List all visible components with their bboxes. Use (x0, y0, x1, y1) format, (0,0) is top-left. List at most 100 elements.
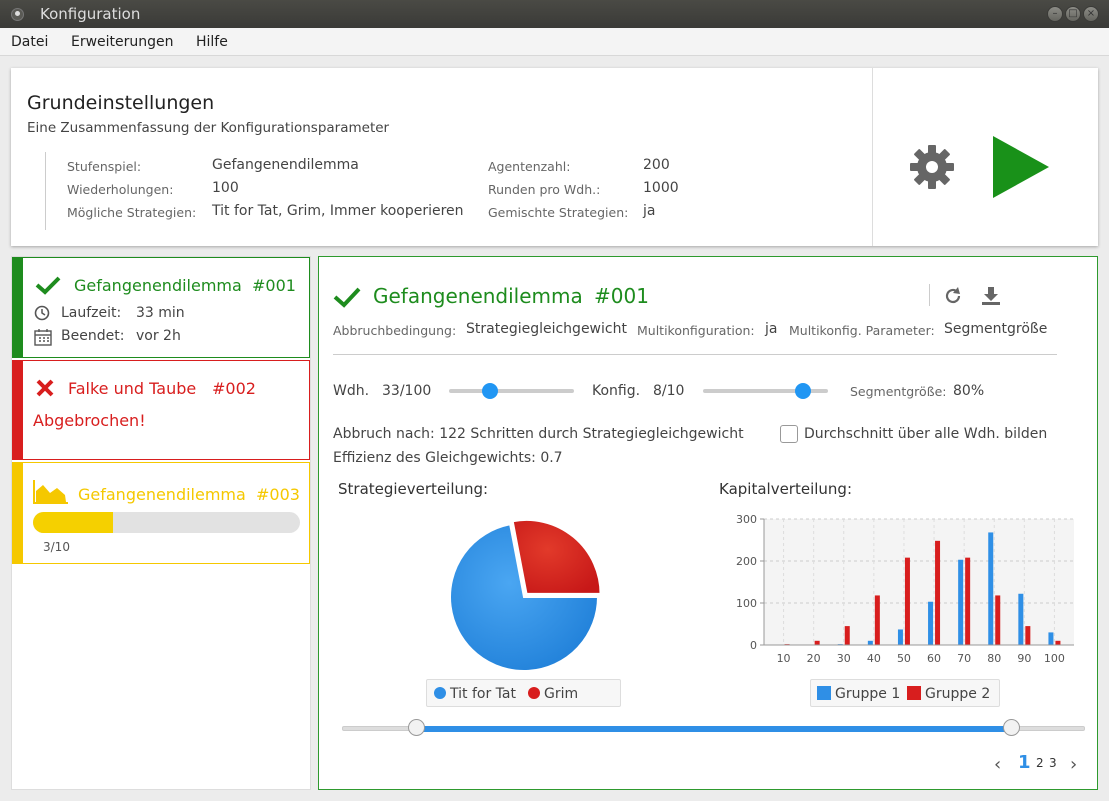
y-tick-label: 300 (736, 513, 757, 526)
summary-title: Grundeinstellungen (27, 92, 215, 114)
page-3[interactable]: 3 (1049, 756, 1057, 770)
bar-gruppe-1-100 (1048, 632, 1054, 645)
abbruch-label: Abbruchbedingung: (333, 323, 457, 338)
legend-label: Grim (544, 686, 579, 702)
legend-label: Gruppe 1 (835, 686, 901, 702)
konfig-slider-thumb[interactable] (795, 383, 811, 399)
legend-marker (528, 687, 540, 699)
param-label: Wiederholungen: (67, 182, 174, 197)
detail-divider (333, 354, 1057, 355)
status-bar (13, 258, 23, 357)
wdh-label: Wdh. (333, 383, 370, 399)
run-card-001[interactable]: Gefangenendilemma #001 Laufzeit: 33 min … (12, 257, 310, 358)
calendar-icon (34, 329, 52, 346)
multi-label: Multikonfiguration: (637, 323, 755, 338)
runtime-label: Laufzeit: (61, 305, 122, 321)
param-value: 200 (643, 157, 670, 173)
params-block: Stufenspiel: Gefangenendilemma Wiederhol… (45, 152, 679, 230)
close-button[interactable]: × (1083, 6, 1099, 22)
run-name: Falke und Taube (68, 379, 197, 398)
multi-value: ja (765, 321, 778, 337)
bar-gruppe-2-30 (844, 626, 850, 645)
run-card-003[interactable]: Gefangenendilemma #003 3/10 (12, 462, 310, 564)
param-value: Tit for Tat, Grim, Immer kooperieren (212, 203, 464, 219)
summary-subtitle: Eine Zusammenfassung der Konfigurationsp… (27, 120, 390, 136)
bar-chart: 0 100 200 300 10 20 30 40 50 60 70 80 90 100 (736, 513, 1074, 665)
x-tick-label: 20 (807, 652, 821, 665)
run-message: Abgebrochen! (33, 411, 146, 430)
title-bar: Konfiguration – □ × (0, 0, 1109, 28)
bar-gruppe-1-90 (1018, 593, 1024, 645)
segment-label: Segmentgröße: (850, 384, 947, 399)
next-page-icon[interactable]: › (1070, 754, 1077, 775)
pie-chart (449, 518, 602, 672)
avg-checkbox[interactable] (780, 425, 798, 443)
segment-value: 80% (953, 383, 985, 399)
multi-param-label: Multikonfig. Parameter: (789, 323, 935, 338)
legend-item-grim: Grim (528, 686, 578, 702)
x-tick-label: 60 (927, 652, 941, 665)
y-tick-label: 100 (736, 597, 757, 610)
maximize-button[interactable]: □ (1065, 6, 1081, 22)
progress-fill (33, 512, 114, 533)
app-icon (11, 8, 24, 21)
y-tick-label: 200 (736, 555, 757, 568)
konfig-value: 8/10 (653, 383, 685, 399)
legend-label: Gruppe 2 (925, 686, 991, 702)
refresh-icon[interactable] (943, 286, 963, 306)
legend-marker (817, 686, 831, 700)
run-id: #002 (212, 379, 256, 398)
multi-param-value: Segmentgröße (944, 321, 1048, 337)
param-value: 1000 (643, 180, 679, 196)
menu-bar: Datei Erweiterungen Hilfe (0, 28, 1109, 56)
page-2[interactable]: 2 (1036, 756, 1044, 770)
run-card-002[interactable]: Falke und Taube #002 Abgebrochen! (12, 360, 310, 460)
bar-gruppe-1-70 (958, 559, 964, 645)
page-1[interactable]: 1 (1018, 752, 1031, 773)
range-slider-fill (416, 726, 1011, 732)
minimize-button[interactable]: – (1047, 6, 1063, 22)
range-slider-low-thumb[interactable] (408, 719, 426, 736)
x-tick-label: 80 (987, 652, 1001, 665)
x-tick-label: 50 (897, 652, 911, 665)
summary-card: Grundeinstellungen Eine Zusammenfassung … (11, 68, 1098, 246)
clock-icon (34, 305, 50, 321)
status-bar (13, 463, 23, 563)
x-tick-label: 30 (837, 652, 851, 665)
avg-checkbox-label[interactable]: Durchschnitt über alle Wdh. bilden (804, 426, 1047, 442)
param-value: 100 (212, 180, 239, 196)
prev-page-icon[interactable]: ‹ (994, 754, 1001, 775)
abbruch-value: Strategiegleichgewicht (466, 321, 627, 337)
progress-text: 3/10 (43, 540, 70, 554)
run-id: #001 (252, 276, 296, 295)
x-icon (36, 379, 54, 397)
range-slider-high-thumb[interactable] (1002, 719, 1020, 736)
run-name: Gefangenendilemma (78, 485, 246, 504)
menu-datei[interactable]: Datei (11, 34, 48, 50)
status-bar (13, 361, 23, 459)
wdh-slider-thumb[interactable] (482, 383, 499, 399)
bar-gruppe-1-80 (988, 532, 994, 645)
detail-title: Gefangenendilemma (373, 284, 583, 308)
effizienz-text: Effizienz des Gleichgewichts: 0.7 (333, 450, 563, 466)
x-tick-label: 10 (777, 652, 791, 665)
x-tick-label: 100 (1044, 652, 1065, 665)
finished-label: Beendet: (61, 328, 125, 344)
runtime-value: 33 min (136, 305, 185, 321)
gear-icon[interactable] (909, 144, 955, 190)
bar-gruppe-2-90 (1025, 626, 1031, 645)
bar-gruppe-2-60 (935, 540, 941, 645)
finished-value: vor 2h (136, 328, 181, 344)
menu-erweiterungen[interactable]: Erweiterungen (71, 34, 174, 50)
play-icon[interactable] (993, 136, 1053, 198)
progress-bar (33, 512, 300, 533)
menu-hilfe[interactable]: Hilfe (196, 34, 228, 50)
bar-gruppe-1-40 (867, 640, 873, 645)
download-icon[interactable] (980, 285, 1002, 307)
run-list: Gefangenendilemma #001 Laufzeit: 33 min … (11, 256, 311, 790)
legend-marker (907, 686, 921, 700)
toolbar-divider (929, 284, 930, 306)
legend-item-tit-for-tat: Tit for Tat (434, 686, 516, 702)
run-id: #003 (256, 485, 300, 504)
wdh-slider-track[interactable] (449, 389, 574, 393)
